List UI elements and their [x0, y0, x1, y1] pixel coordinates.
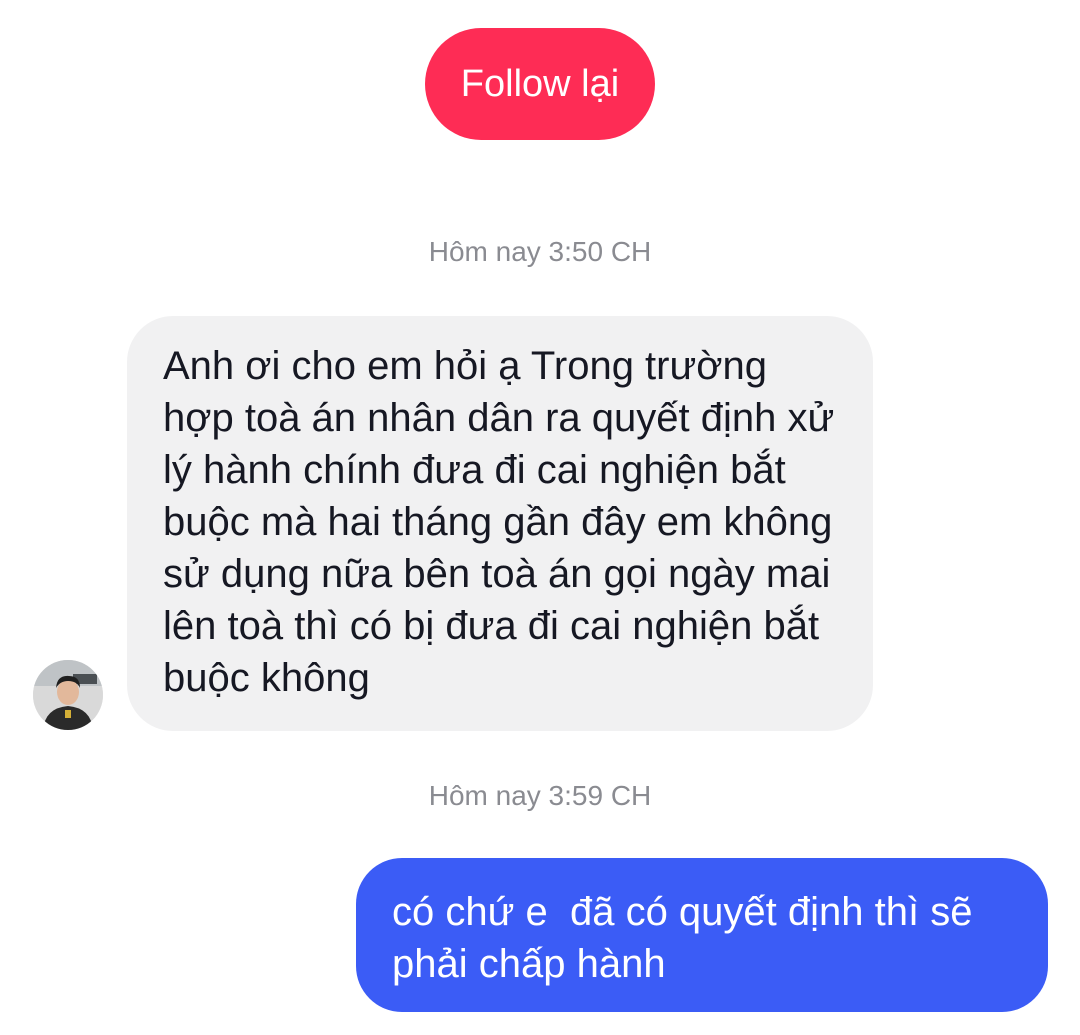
follow-back-button[interactable]: Follow lại	[425, 28, 655, 140]
message-timestamp: Hôm nay 3:50 CH	[428, 236, 652, 267]
message-text: có chứ e đã có quyết định thì sẽ phải ch…	[392, 890, 984, 986]
message-text: Anh ơi cho em hỏi ạ Trong trường hợp toà…	[163, 344, 835, 700]
outgoing-message-bubble[interactable]: có chứ e đã có quyết định thì sẽ phải ch…	[356, 858, 1048, 1012]
user-avatar[interactable]	[33, 660, 103, 730]
message-timestamp: Hôm nay 3:59 CH	[428, 780, 652, 811]
incoming-message-bubble[interactable]: Anh ơi cho em hỏi ạ Trong trường hợp toà…	[127, 316, 873, 731]
avatar-image	[33, 660, 103, 730]
